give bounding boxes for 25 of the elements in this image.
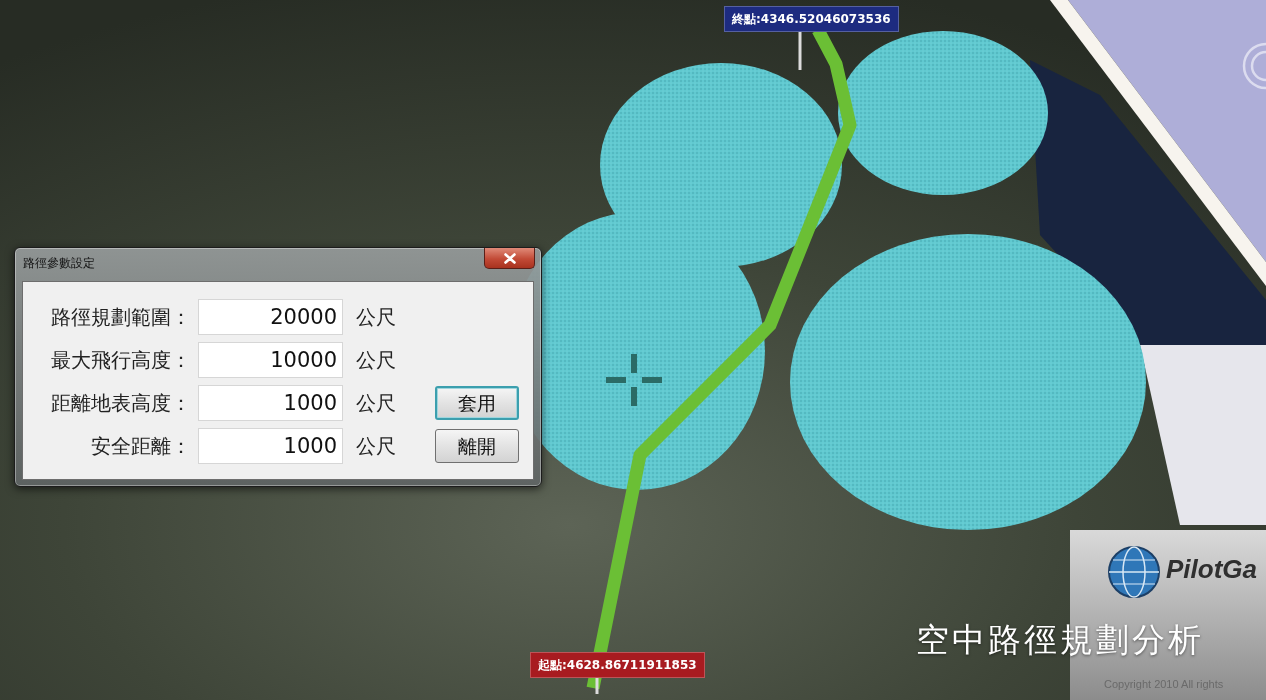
unit-label: 公尺 [355,390,397,417]
close-button[interactable] [484,248,535,269]
logo-text: PilotGa [1166,554,1257,584]
close-icon [503,252,516,264]
marker-label: 終點:4346.52046073536 [724,6,899,32]
exit-button[interactable]: 離開 [435,429,519,463]
input-field[interactable]: 1000 [198,385,343,421]
unit-label: 公尺 [355,433,397,460]
dialog-title: 路徑參數設定 [22,255,95,271]
input-field[interactable]: 20000 [198,299,343,335]
input-field[interactable]: 10000 [198,342,343,378]
marker-label: 起點:4628.86711911853 [530,652,705,678]
pin-pole [595,677,599,694]
unit-label: 公尺 [355,347,397,374]
crosshair-icon [606,354,662,406]
input-field[interactable]: 1000 [198,428,343,464]
apply-button[interactable]: 套用 [435,386,519,420]
field-label: 距離地表高度： [50,390,191,417]
globe-icon [1108,546,1160,598]
field-label: 最大飛行高度： [50,347,191,374]
field-label: 安全距離： [90,433,191,460]
pin-pole [798,31,802,70]
field-label: 路徑規劃範圍： [50,304,191,331]
unit-label: 公尺 [355,304,397,331]
ring-icon [1242,42,1266,90]
